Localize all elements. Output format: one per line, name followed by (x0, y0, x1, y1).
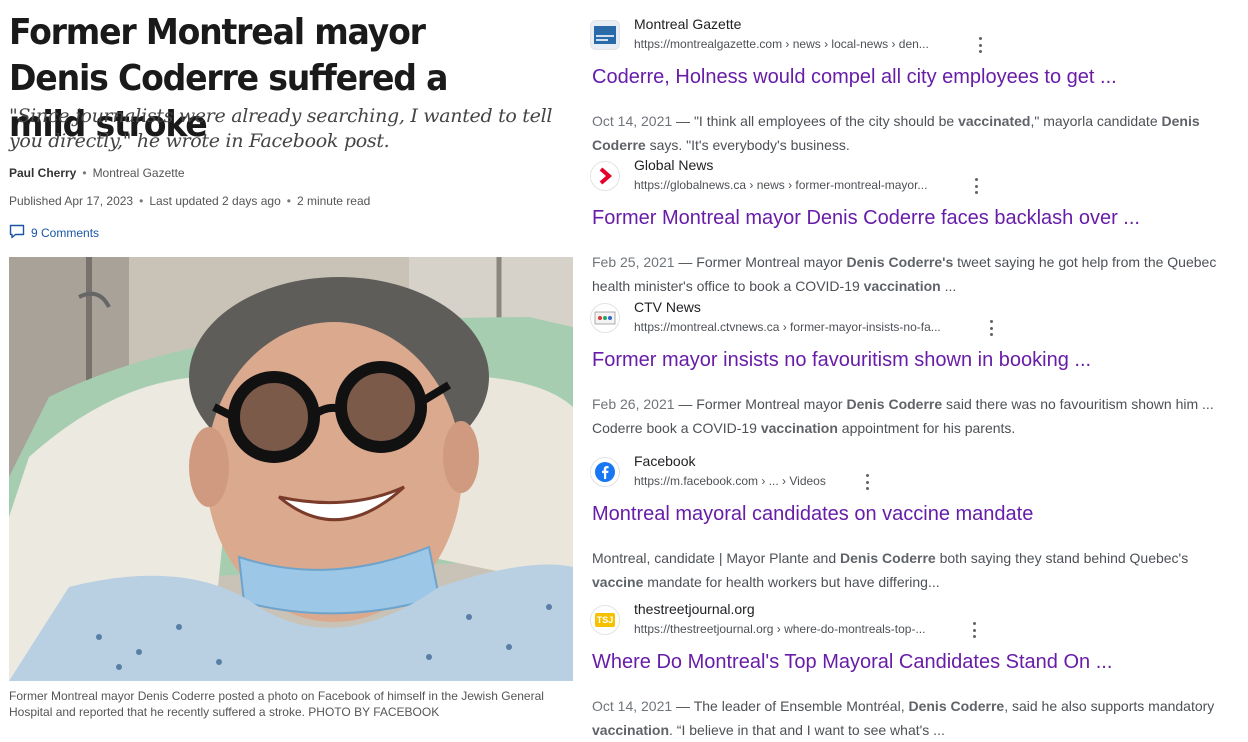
result-snippet: Feb 26, 2021 — Former Montreal mayor Den… (592, 392, 1242, 440)
result-snippet: Feb 25, 2021 — Former Montreal mayor Den… (592, 250, 1242, 298)
last-updated: Last updated 2 days ago (149, 194, 281, 208)
outlet-name[interactable]: Montreal Gazette (93, 166, 185, 180)
snippet-run: Montreal, candidate | Mayor Plante and (592, 550, 841, 566)
comments-link[interactable]: 9 Comments (9, 224, 99, 242)
montreal-gazette-icon (590, 20, 620, 50)
result-source[interactable]: CTV News https://montreal.ctvnews.ca › f… (588, 299, 1248, 339)
published-date: Published Apr 17, 2023 (9, 194, 134, 208)
publish-info: Published Apr 17, 2023 • Last updated 2 da… (9, 194, 370, 208)
result-title-link[interactable]: Former mayor insists no favouritism show… (592, 349, 1091, 372)
byline-separator: • (82, 166, 87, 180)
more-options-icon[interactable] (969, 622, 979, 638)
result-source[interactable]: Global News https://globalnews.ca › news… (588, 157, 1248, 197)
pubinfo-separator: • (139, 194, 144, 208)
snippet-highlight: vaccination (863, 278, 941, 294)
snippet-run: both saying they stand behind Quebec's (935, 550, 1189, 566)
comments-count: 9 Comments (31, 226, 100, 240)
snippet-run: appointment for his parents. (837, 420, 1016, 436)
comment-icon (9, 224, 25, 242)
snippet-run: says. "It's everybody's business. (645, 137, 850, 153)
result-date: Oct 14, 2021 (592, 113, 673, 129)
result-url: https://thestreetjournal.org › where-do-… (634, 622, 926, 636)
snippet-run: ," mayorla candidate (1030, 113, 1162, 129)
result-snippet: Oct 14, 2021 — "I think all employees of… (592, 109, 1242, 157)
global-news-icon (590, 161, 620, 191)
snippet-run: , said he also supports mandatory (1004, 698, 1215, 714)
snippet-run: ... (940, 278, 957, 294)
result-source[interactable]: Montreal Gazette https://montrealgazette… (588, 16, 1248, 56)
facebook-icon (590, 457, 620, 487)
snippet-run: — The leader of Ensemble Montréal, (672, 698, 909, 714)
result-date: Feb 26, 2021 (592, 396, 675, 412)
snippet-run: . “I believe in that and I want to see w… (669, 722, 945, 738)
article-deck: "Since journalists were already searchin… (9, 105, 553, 152)
snippet-highlight: vaccinated (958, 113, 1031, 129)
snippet-highlight: vaccination (760, 420, 838, 436)
snippet-run: — Former Montreal mayor (674, 254, 847, 270)
result-url: https://m.facebook.com › ... › Videos (634, 474, 826, 488)
more-options-icon[interactable] (986, 320, 996, 336)
snippet-run: — Former Montreal mayor (674, 396, 847, 412)
result-source[interactable]: Facebook https://m.facebook.com › ... › … (588, 453, 1248, 493)
result-site-name: Facebook (634, 453, 696, 469)
news-article: Former Montreal mayor Denis Coderre suff… (0, 0, 580, 742)
snippet-highlight: vaccination (592, 722, 670, 738)
byline: Paul Cherry • Montreal Gazette (9, 166, 185, 180)
result-source[interactable]: TSJ thestreetjournal.org https://thestre… (588, 601, 1248, 641)
snippet-highlight: Denis Coderre (846, 396, 943, 412)
result-url: https://montreal.ctvnews.ca › former-may… (634, 320, 941, 334)
more-options-icon[interactable] (862, 474, 872, 490)
search-results: Montreal Gazette https://montrealgazette… (588, 0, 1248, 742)
read-time: 2 minute read (296, 194, 371, 208)
snippet-highlight: vaccine (592, 574, 644, 590)
ctv-news-icon (590, 303, 620, 333)
snippet-highlight: Denis Coderre (840, 550, 936, 566)
snippet-text: — "I think all employees of the city sho… (592, 113, 1200, 153)
snippet-highlight: Denis Coderre (908, 698, 1005, 714)
photo-caption: Former Montreal mayor Denis Coderre post… (9, 689, 544, 719)
snippet-highlight: Denis Coderre's (846, 254, 954, 270)
result-site-name: Global News (634, 157, 714, 173)
result-title-link[interactable]: Coderre, Holness would compel all city e… (592, 66, 1117, 89)
more-options-icon[interactable] (971, 178, 981, 194)
result-url: https://globalnews.ca › news › former-mo… (634, 178, 928, 192)
result-title-link[interactable]: Where Do Montreal's Top Mayoral Candidat… (592, 651, 1112, 674)
snippet-text: — The leader of Ensemble Montréal, Denis… (592, 698, 1214, 738)
result-title-link[interactable]: Former Montreal mayor Denis Coderre face… (592, 207, 1140, 230)
result-snippet: Oct 14, 2021 — The leader of Ensemble Mo… (592, 694, 1242, 742)
snippet-text: Montreal, candidate | Mayor Plante and D… (592, 550, 1188, 590)
result-site-name: CTV News (634, 299, 701, 315)
snippet-text: — Former Montreal mayor Denis Coderre sa… (592, 396, 1214, 436)
pubinfo-separator: • (286, 194, 291, 208)
snippet-run: — "I think all employees of the city sho… (672, 113, 959, 129)
tsj-icon: TSJ (590, 605, 620, 635)
result-title-link[interactable]: Montreal mayoral candidates on vaccine m… (592, 503, 1033, 526)
article-photo (9, 257, 573, 681)
result-site-name: thestreetjournal.org (634, 601, 755, 617)
result-url: https://montrealgazette.com › news › loc… (634, 37, 929, 51)
result-date: Feb 25, 2021 (592, 254, 675, 270)
tsj-logo-text: TSJ (594, 613, 616, 627)
more-options-icon[interactable] (975, 37, 985, 53)
snippet-run: mandate for health workers but have diff… (643, 574, 940, 590)
snippet-text: — Former Montreal mayor Denis Coderre's … (592, 254, 1216, 294)
result-site-name: Montreal Gazette (634, 16, 742, 32)
result-date: Oct 14, 2021 (592, 698, 673, 714)
author-name[interactable]: Paul Cherry (9, 166, 76, 180)
result-snippet: Montreal, candidate | Mayor Plante and D… (592, 546, 1242, 594)
